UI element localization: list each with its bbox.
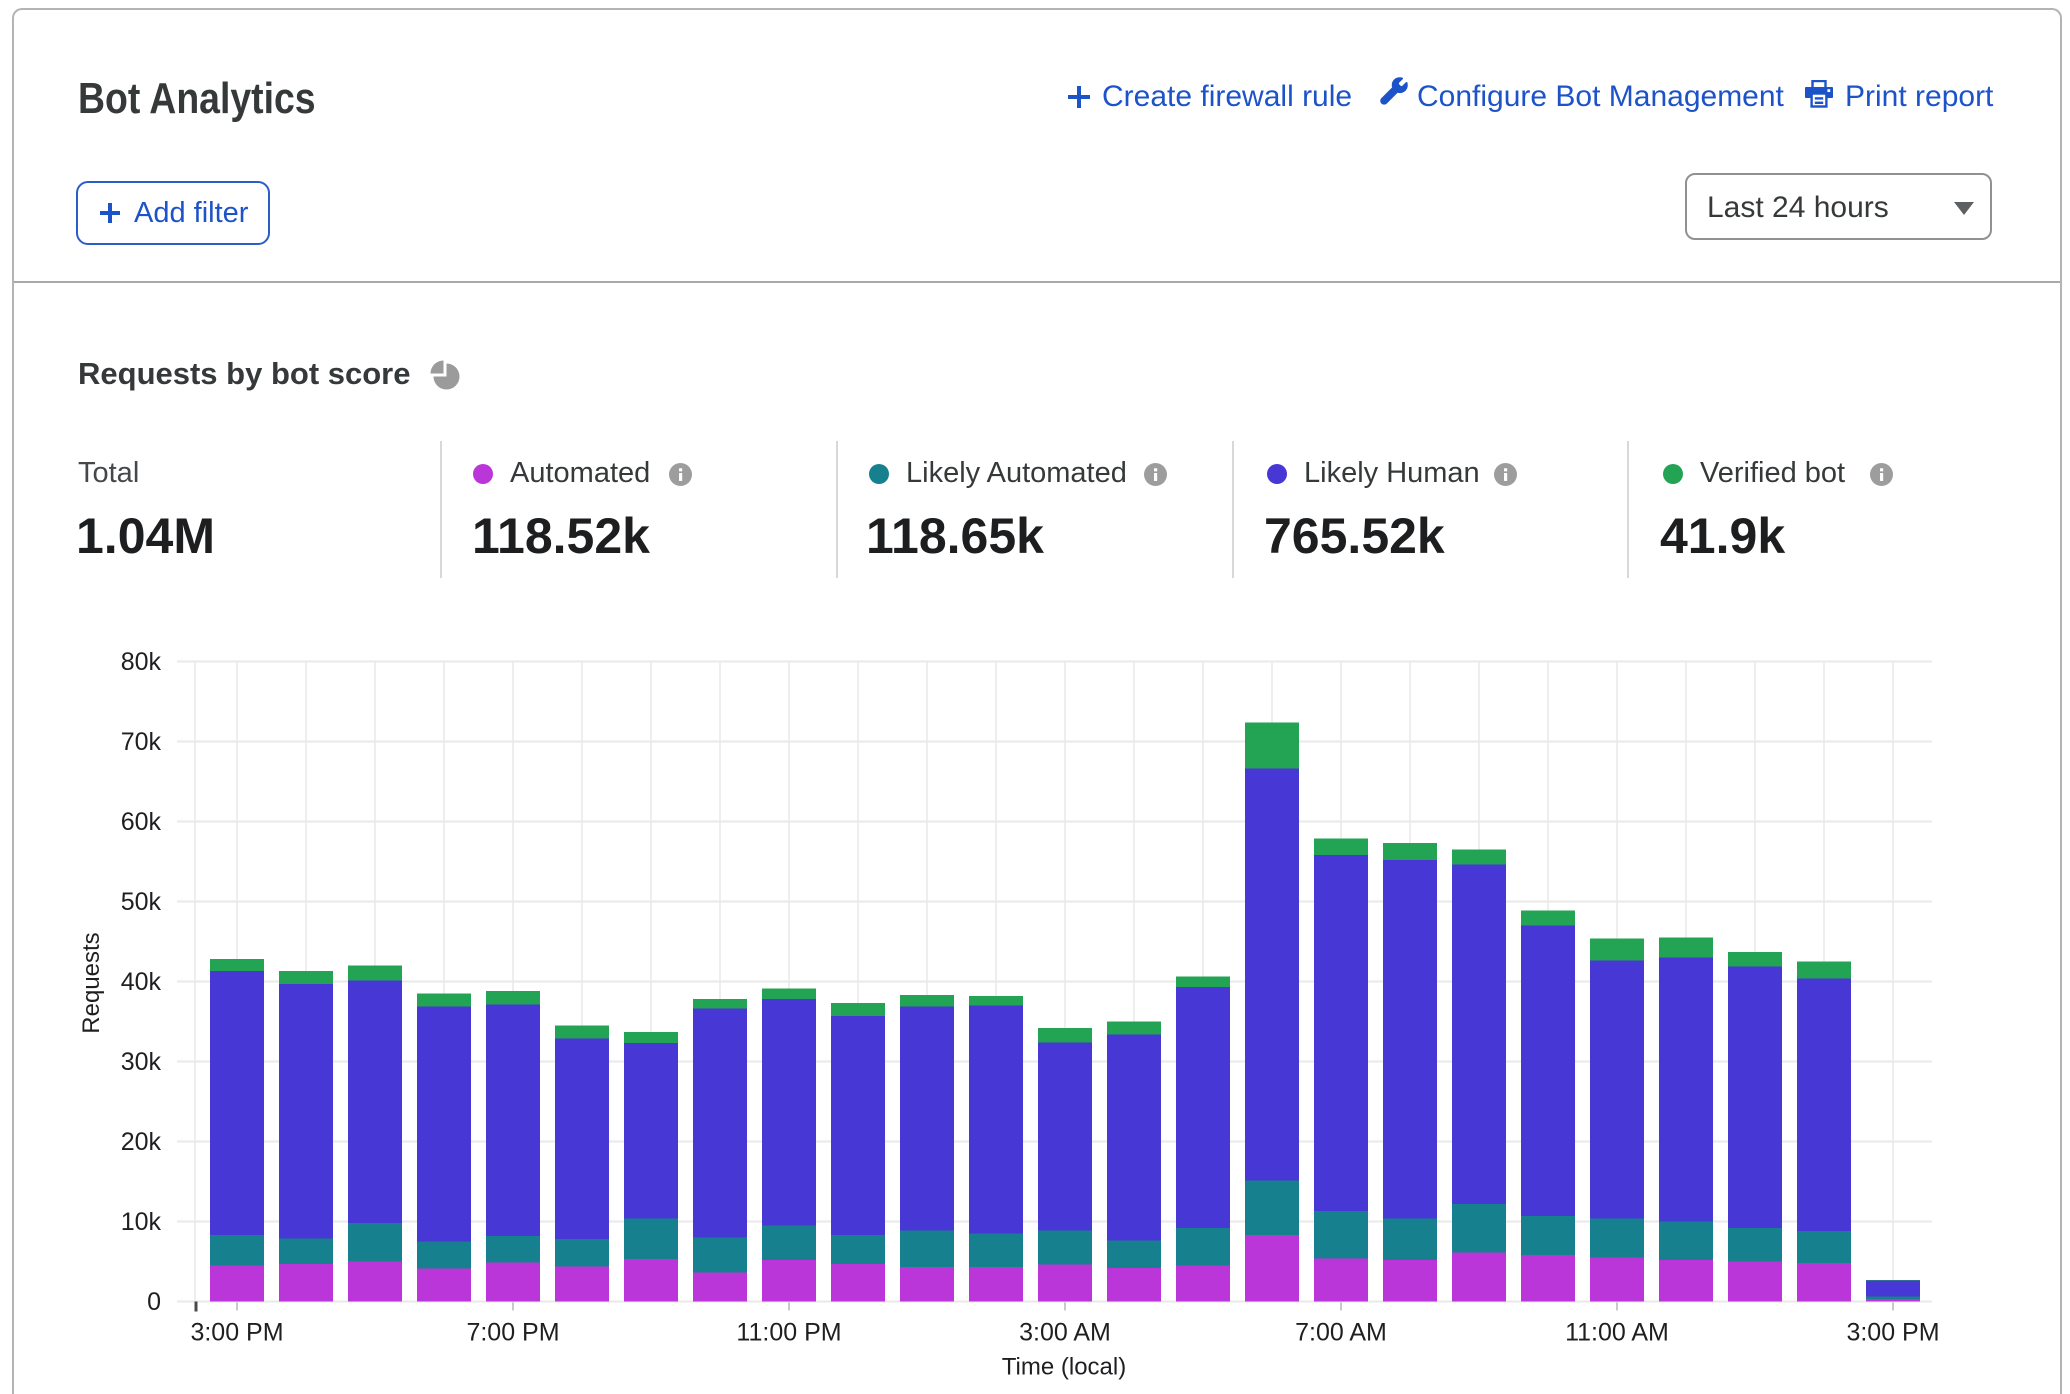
svg-text:Time (local): Time (local) xyxy=(1002,1354,1126,1381)
svg-text:0: 0 xyxy=(147,1288,161,1316)
svg-text:30k: 30k xyxy=(121,1048,162,1076)
svg-text:11:00 PM: 11:00 PM xyxy=(736,1319,841,1347)
svg-text:3:00 AM: 3:00 AM xyxy=(1019,1319,1111,1347)
svg-text:40k: 40k xyxy=(121,968,162,996)
svg-text:7:00 PM: 7:00 PM xyxy=(466,1319,559,1347)
svg-text:60k: 60k xyxy=(121,808,162,836)
svg-text:7:00 AM: 7:00 AM xyxy=(1295,1319,1387,1347)
svg-text:80k: 80k xyxy=(121,648,162,676)
svg-text:3:00 PM: 3:00 PM xyxy=(1846,1319,1939,1347)
svg-text:Requests: Requests xyxy=(78,932,105,1033)
svg-text:10k: 10k xyxy=(121,1208,162,1236)
svg-text:50k: 50k xyxy=(121,888,162,916)
svg-text:70k: 70k xyxy=(121,728,162,756)
svg-text:11:00 AM: 11:00 AM xyxy=(1565,1319,1669,1347)
svg-text:20k: 20k xyxy=(121,1128,162,1156)
svg-text:3:00 PM: 3:00 PM xyxy=(190,1319,283,1347)
